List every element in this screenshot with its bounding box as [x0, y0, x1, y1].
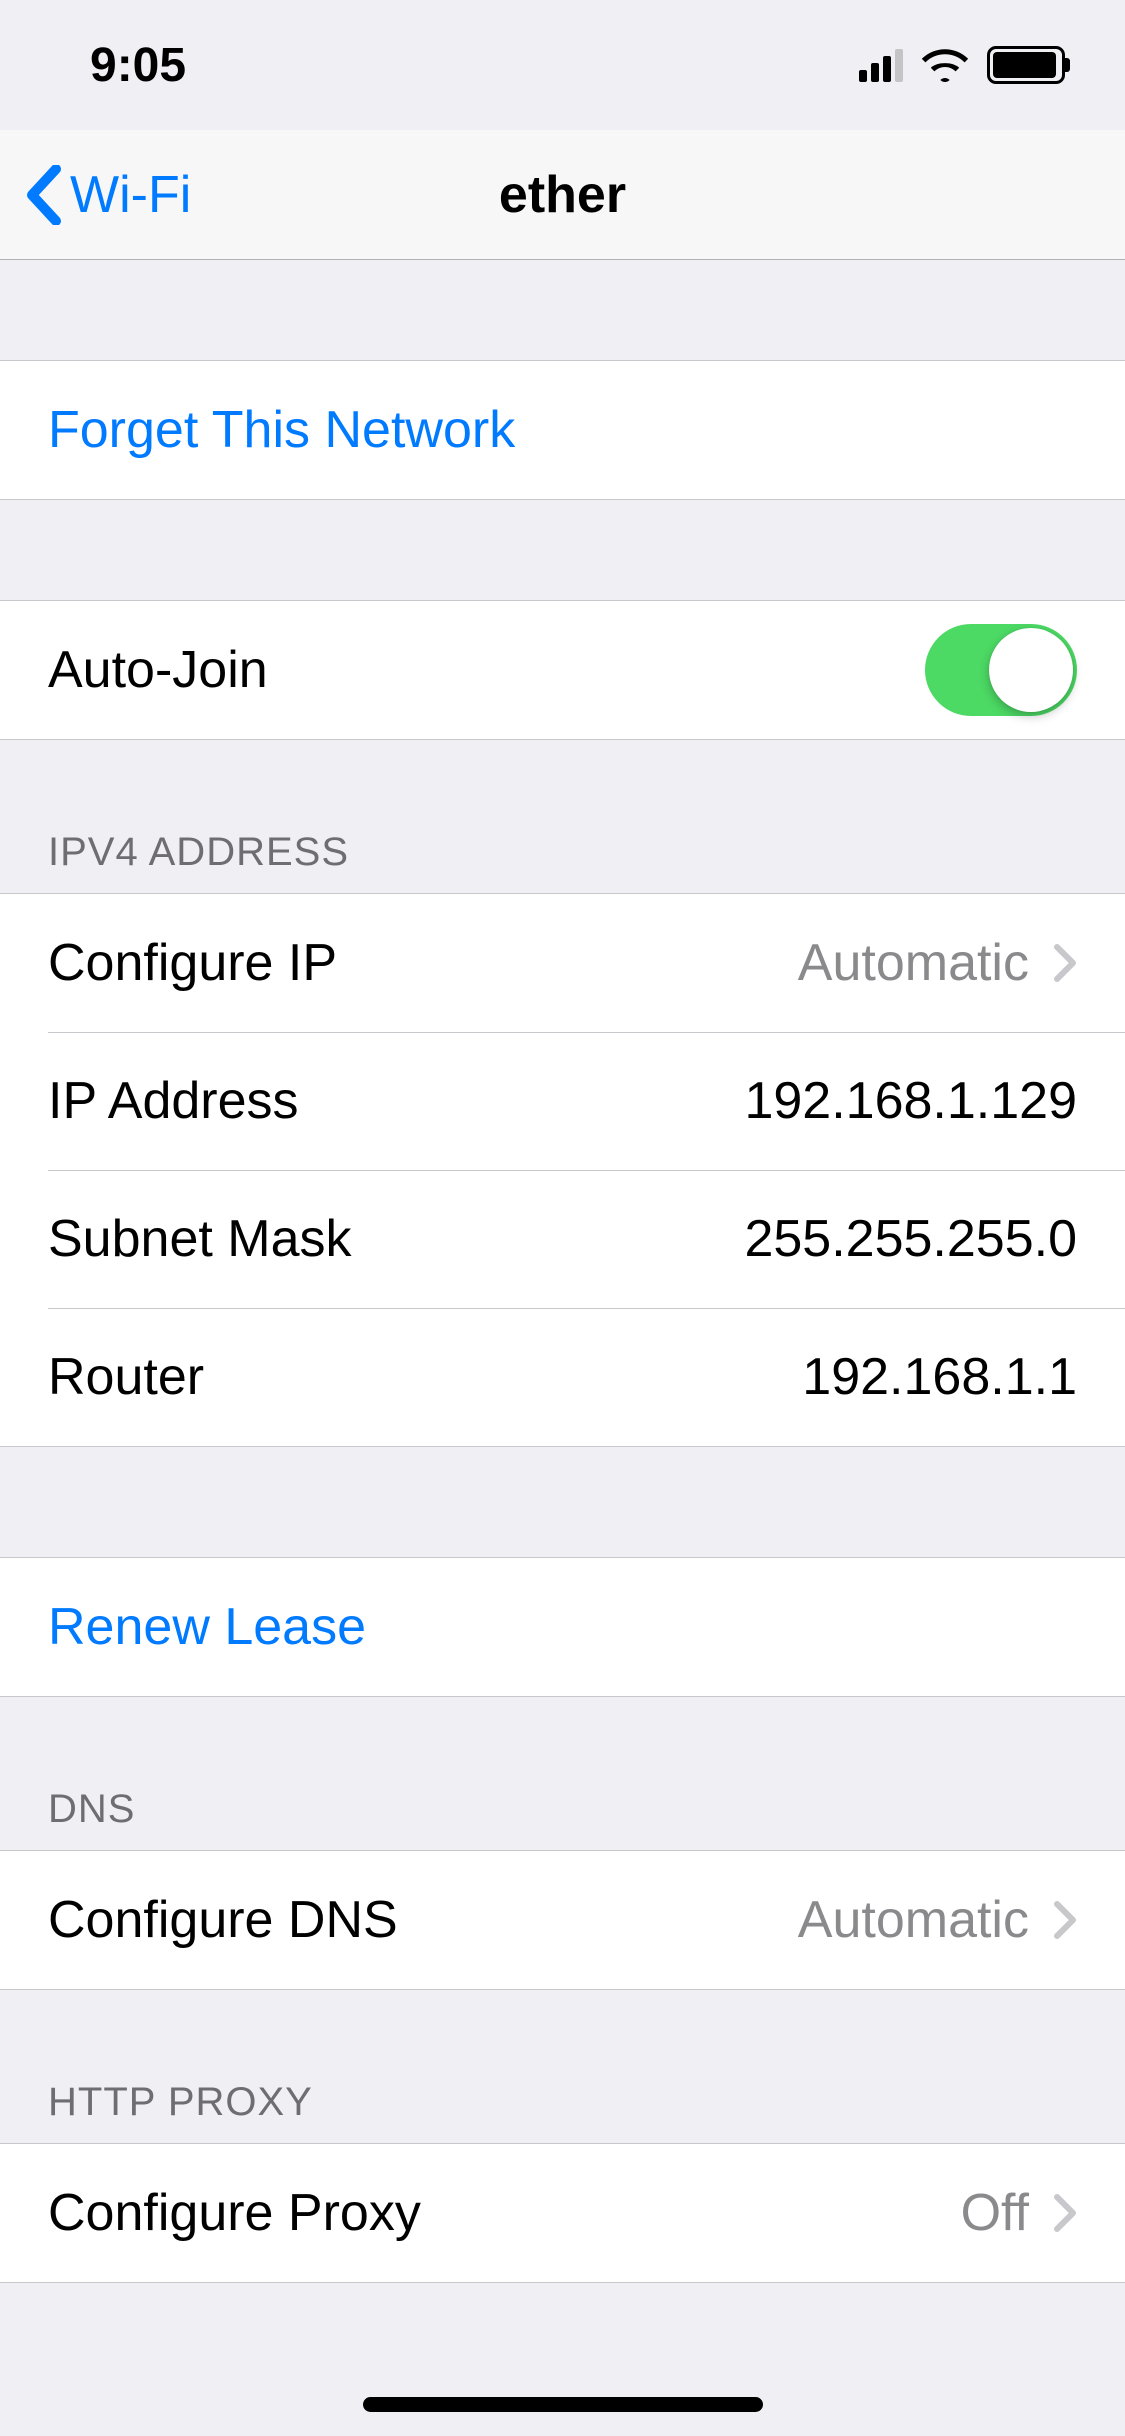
- back-label: Wi-Fi: [70, 165, 191, 225]
- configure-proxy-row[interactable]: Configure Proxy Off: [0, 2144, 1125, 2282]
- wifi-icon: [921, 47, 969, 83]
- configure-ip-value: Automatic: [798, 933, 1029, 993]
- chevron-left-icon: [26, 165, 62, 225]
- status-time: 9:05: [90, 38, 186, 93]
- configure-dns-value: Automatic: [798, 1890, 1029, 1950]
- ipv4-header: IPV4 ADDRESS: [0, 740, 1125, 893]
- subnet-mask-row: Subnet Mask 255.255.255.0: [0, 1170, 1125, 1308]
- ip-address-row: IP Address 192.168.1.129: [0, 1032, 1125, 1170]
- configure-dns-row[interactable]: Configure DNS Automatic: [0, 1851, 1125, 1989]
- ip-address-value: 192.168.1.129: [744, 1071, 1077, 1131]
- renew-lease-label: Renew Lease: [48, 1597, 366, 1657]
- forget-network-label: Forget This Network: [48, 400, 515, 460]
- ip-address-label: IP Address: [48, 1071, 299, 1131]
- dns-group: Configure DNS Automatic: [0, 1850, 1125, 1990]
- configure-dns-label: Configure DNS: [48, 1890, 398, 1950]
- router-value: 192.168.1.1: [802, 1347, 1077, 1407]
- ipv4-group: Configure IP Automatic IP Address 192.16…: [0, 893, 1125, 1447]
- proxy-header: HTTP PROXY: [0, 1990, 1125, 2143]
- renew-lease-button[interactable]: Renew Lease: [0, 1558, 1125, 1696]
- renew-group: Renew Lease: [0, 1557, 1125, 1697]
- content: Forget This Network Auto-Join IPV4 ADDRE…: [0, 260, 1125, 2283]
- chevron-right-icon: [1053, 943, 1077, 983]
- configure-ip-label: Configure IP: [48, 933, 337, 993]
- dns-header: DNS: [0, 1697, 1125, 1850]
- router-label: Router: [48, 1347, 204, 1407]
- status-right: [859, 46, 1065, 84]
- home-indicator[interactable]: [363, 2397, 763, 2412]
- back-button[interactable]: Wi-Fi: [0, 165, 191, 225]
- forget-network-button[interactable]: Forget This Network: [0, 361, 1125, 499]
- subnet-mask-value: 255.255.255.0: [744, 1209, 1077, 1269]
- router-row: Router 192.168.1.1: [0, 1308, 1125, 1446]
- page-title: ether: [499, 165, 626, 225]
- auto-join-label: Auto-Join: [48, 640, 268, 700]
- configure-proxy-label: Configure Proxy: [48, 2183, 421, 2243]
- chevron-right-icon: [1053, 2193, 1077, 2233]
- auto-join-row: Auto-Join: [0, 601, 1125, 739]
- auto-join-toggle[interactable]: [925, 624, 1077, 716]
- configure-ip-row[interactable]: Configure IP Automatic: [0, 894, 1125, 1032]
- nav-bar: Wi-Fi ether: [0, 130, 1125, 260]
- subnet-mask-label: Subnet Mask: [48, 1209, 352, 1269]
- status-bar: 9:05: [0, 0, 1125, 130]
- proxy-group: Configure Proxy Off: [0, 2143, 1125, 2283]
- auto-join-group: Auto-Join: [0, 600, 1125, 740]
- battery-icon: [987, 46, 1065, 84]
- chevron-right-icon: [1053, 1900, 1077, 1940]
- configure-proxy-value: Off: [961, 2183, 1029, 2243]
- cellular-signal-icon: [859, 48, 903, 82]
- forget-group: Forget This Network: [0, 360, 1125, 500]
